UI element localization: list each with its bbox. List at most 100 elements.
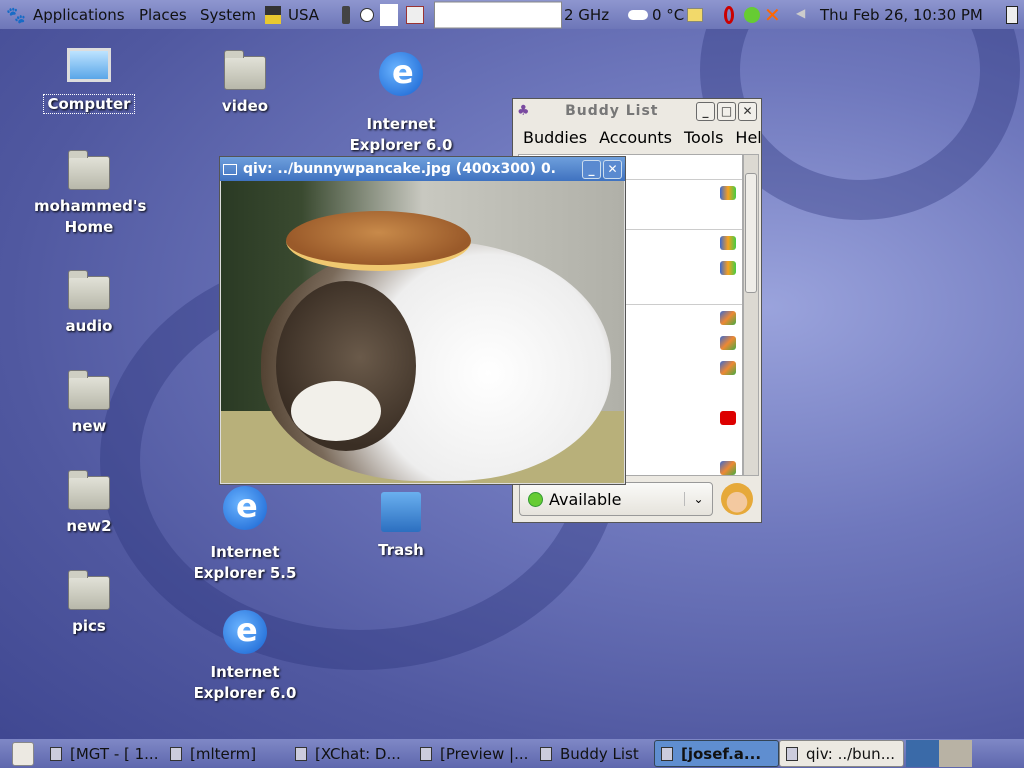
internet-explorer-icon — [379, 52, 423, 96]
yahoo-protocol-icon — [720, 410, 736, 425]
home-folder-icon — [68, 150, 110, 190]
msn-protocol-icon — [720, 260, 736, 275]
desktop-icon-audio[interactable]: audio — [34, 270, 144, 337]
show-desktop-icon[interactable] — [1006, 5, 1018, 24]
menu-applications[interactable]: Applications — [33, 6, 125, 24]
window-icon — [223, 163, 237, 175]
close-button[interactable]: ✕ — [603, 159, 622, 179]
taskbar-button[interactable]: [XChat: D... — [289, 740, 414, 767]
folder-icon — [68, 270, 110, 310]
cpu-frequency: 2 GHz — [564, 5, 610, 24]
power-plug-icon — [342, 5, 350, 24]
desktop-icon-pics[interactable]: pics — [34, 570, 144, 637]
pidgin-icon: ♣ — [517, 103, 530, 119]
app-icon — [420, 746, 432, 761]
taskbar-button[interactable]: [mlterm] — [164, 740, 289, 767]
notes-icon[interactable] — [380, 3, 398, 26]
task-list: [MGT - [ 1... [mlterm] [XChat: D... [Previe… — [44, 740, 904, 767]
available-status-icon — [528, 491, 543, 507]
search-entry[interactable] — [434, 1, 562, 28]
jabber-protocol-icon — [720, 335, 736, 350]
internet-explorer-icon — [223, 486, 267, 530]
app-icon — [540, 746, 552, 761]
app-icon — [50, 746, 62, 761]
printer-icon[interactable] — [687, 7, 703, 22]
menu-accounts[interactable]: Accounts — [599, 128, 672, 147]
trash-icon — [381, 492, 421, 532]
taskbar-label: [MGT - [ 1... — [70, 744, 159, 763]
menu-buddies[interactable]: Buddies — [523, 128, 587, 147]
computer-icon — [67, 48, 111, 82]
taskbar-label: [Preview |... — [440, 744, 529, 763]
minimize-button[interactable]: _ — [696, 101, 715, 121]
desktop-icon-home[interactable]: mohammed's Home — [34, 150, 146, 238]
opera-icon[interactable] — [724, 5, 734, 24]
jabber-protocol-icon — [720, 460, 736, 475]
pidgin-status-icon[interactable] — [744, 6, 760, 23]
status-selector[interactable]: Available ⌄ — [519, 482, 713, 516]
volume-icon[interactable]: ◀ — [796, 6, 808, 24]
show-desktop-button[interactable] — [12, 741, 34, 766]
minimize-button[interactable]: _ — [582, 159, 601, 179]
desktop-icon-computer[interactable]: Computer — [34, 48, 144, 115]
qiv-titlebar[interactable]: qiv: ../bunnywpancake.jpg (400x300) 0. _… — [220, 157, 625, 181]
buddy-list-titlebar[interactable]: ♣ Buddy List _ □ ✕ — [513, 99, 761, 123]
app-icon — [661, 746, 673, 761]
maximize-button[interactable]: □ — [717, 101, 736, 121]
taskbar-label: Buddy List — [560, 744, 639, 763]
app-icon — [786, 746, 798, 761]
desktop-icon-new2[interactable]: new2 — [34, 470, 144, 537]
desktop-icon-trash[interactable]: Trash — [346, 492, 456, 561]
xchat-icon[interactable]: ✕ — [764, 5, 784, 25]
keyboard-layout[interactable]: USA — [288, 6, 319, 24]
taskbar-label: qiv: ../bun... — [806, 744, 895, 763]
taskbar-button[interactable]: [Preview |... — [414, 740, 534, 767]
desktop-icon-ie6[interactable]: Internet Explorer 6.0 — [346, 52, 456, 156]
taskbar-button[interactable]: [MGT - [ 1... — [44, 740, 164, 767]
app-icon — [295, 746, 307, 761]
jabber-protocol-icon — [720, 360, 736, 375]
workspace-switcher-2[interactable] — [939, 740, 972, 767]
clock[interactable]: Thu Feb 26, 10:30 PM — [820, 6, 983, 24]
menu-tools[interactable]: Tools — [684, 128, 723, 147]
weather-temp[interactable]: 0 °C — [652, 6, 684, 24]
buddy-scrollbar[interactable] — [743, 154, 759, 476]
folder-icon — [68, 570, 110, 610]
msn-protocol-icon — [720, 185, 736, 200]
desktop-icon-video[interactable]: video — [190, 50, 300, 117]
desktop-icon-ie6-2[interactable]: Internet Explorer 6.0 — [190, 610, 300, 704]
taskbar-label: [josef.a... — [681, 744, 762, 763]
bunny-pancake-image — [221, 181, 624, 483]
msn-protocol-icon — [720, 235, 736, 250]
lock-screen-icon[interactable] — [265, 5, 281, 24]
taskbar-button[interactable]: qiv: ../bun... — [779, 740, 904, 767]
app-icon — [170, 746, 182, 761]
taskbar-label: [XChat: D... — [315, 744, 401, 763]
close-button[interactable]: ✕ — [738, 101, 757, 121]
chevron-down-icon: ⌄ — [684, 492, 712, 506]
menu-system[interactable]: System — [200, 6, 256, 24]
clock-icon[interactable] — [360, 7, 374, 22]
gnome-foot-icon[interactable]: 🐾 — [6, 5, 26, 24]
weather-cloud-icon[interactable] — [628, 9, 648, 20]
jabber-protocol-icon — [720, 310, 736, 325]
dictionary-icon[interactable] — [406, 5, 424, 24]
buddy-list-menubar: Buddies Accounts Tools Hel — [513, 123, 761, 152]
desktop-icon-new[interactable]: new — [34, 370, 144, 437]
taskbar-label: [mlterm] — [190, 744, 257, 763]
taskbar-button[interactable]: [josef.a... — [654, 740, 779, 767]
top-panel: 🐾 Applications Places System USA 2 GHz 0… — [0, 0, 1024, 29]
menu-help[interactable]: Hel — [735, 128, 761, 147]
bottom-panel: [MGT - [ 1... [mlterm] [XChat: D... [Previe… — [0, 739, 1024, 768]
folder-icon — [68, 370, 110, 410]
desktop-icon-ie55[interactable]: Internet Explorer 5.5 — [190, 486, 300, 584]
workspace-switcher-1[interactable] — [906, 740, 939, 767]
folder-icon — [224, 50, 266, 90]
qiv-window: qiv: ../bunnywpancake.jpg (400x300) 0. _… — [219, 156, 626, 485]
internet-explorer-icon — [223, 610, 267, 654]
scrollbar-thumb[interactable] — [745, 173, 757, 293]
folder-icon — [68, 470, 110, 510]
menu-places[interactable]: Places — [139, 6, 187, 24]
buddy-icon-avatar[interactable] — [721, 483, 753, 515]
taskbar-button[interactable]: Buddy List — [534, 740, 654, 767]
